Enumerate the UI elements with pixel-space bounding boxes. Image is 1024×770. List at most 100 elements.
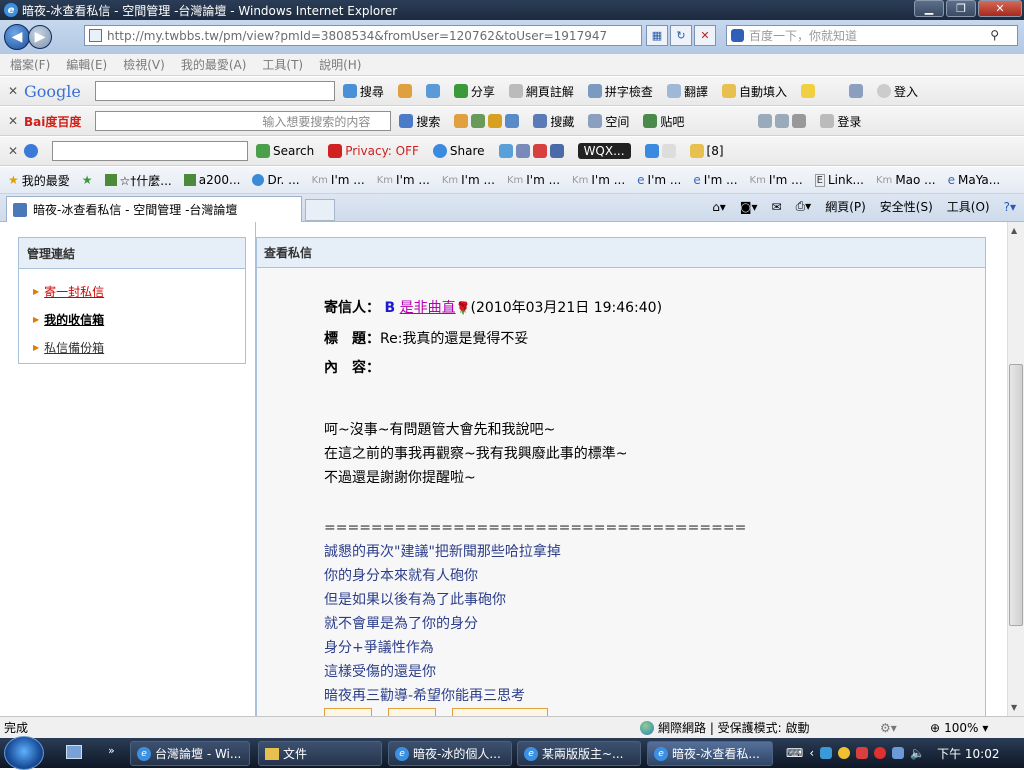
backup-link[interactable]: 私信備份箱 bbox=[44, 339, 104, 356]
tray-app-icon[interactable] bbox=[874, 747, 887, 759]
favorite-link[interactable]: Km Mao ... bbox=[876, 173, 936, 187]
tray-chevron-icon[interactable]: ‹ bbox=[809, 746, 814, 760]
safety-menu[interactable]: 安全性(S) bbox=[880, 198, 933, 215]
keyboard-icon[interactable]: ⌨ bbox=[786, 746, 803, 760]
send-pm-link[interactable]: 寄一封私信 bbox=[44, 283, 104, 300]
inbox-link[interactable]: 我的收信箱 bbox=[44, 311, 104, 328]
favorite-link[interactable]: Km I'm ... bbox=[507, 173, 560, 187]
maximize-button[interactable]: ❐ bbox=[946, 0, 976, 17]
favorite-link[interactable]: ☆†什麼... bbox=[104, 172, 172, 189]
baidu-login-button[interactable]: 登录 bbox=[820, 113, 861, 130]
protected-mode-icon[interactable]: ⚙▾ bbox=[880, 721, 897, 735]
menu-help[interactable]: 說明(H) bbox=[319, 56, 361, 73]
close-toolbar-icon[interactable]: ✕ bbox=[8, 114, 24, 128]
scroll-thumb[interactable] bbox=[1009, 364, 1023, 626]
action-button[interactable] bbox=[452, 708, 548, 716]
favorite-link[interactable]: e MaYa... bbox=[948, 173, 1001, 187]
stop-icon[interactable]: ✕ bbox=[694, 25, 716, 46]
favorite-link[interactable]: e I'm ... bbox=[693, 173, 737, 187]
quicklaunch-chevron-icon[interactable]: » bbox=[108, 744, 115, 757]
favorite-link[interactable]: Km I'm ... bbox=[377, 173, 430, 187]
google-search-input[interactable] bbox=[94, 81, 335, 101]
start-button[interactable] bbox=[4, 736, 44, 770]
clock[interactable]: 下午 10:02 bbox=[937, 745, 999, 762]
vertical-scrollbar[interactable]: ▲ ▼ bbox=[1007, 222, 1024, 716]
show-desktop-icon[interactable] bbox=[66, 745, 82, 759]
favorite-link[interactable]: e I'm ... bbox=[637, 173, 681, 187]
signin-button[interactable]: 登入 bbox=[876, 83, 918, 100]
action-button[interactable] bbox=[324, 708, 372, 716]
privacy-button[interactable]: Privacy: OFF bbox=[328, 144, 419, 158]
mail-icon[interactable]: ✉ bbox=[772, 200, 782, 214]
tieba-button[interactable]: 贴吧 bbox=[643, 113, 684, 130]
action-button[interactable] bbox=[388, 708, 436, 716]
refresh-icon[interactable]: ↻ bbox=[670, 25, 692, 46]
favorite-link[interactable]: Dr. ... bbox=[252, 173, 300, 187]
scroll-up-icon[interactable]: ▲ bbox=[1011, 226, 1017, 235]
tray-app-icon[interactable] bbox=[856, 747, 869, 759]
smiley-icon[interactable] bbox=[838, 747, 851, 759]
google-search-button[interactable]: 搜尋 bbox=[342, 83, 384, 100]
taskbar-button[interactable]: e 某兩版版主~... bbox=[517, 741, 641, 766]
taskbar-button[interactable]: e 暗夜-冰的個人... bbox=[388, 741, 512, 766]
address-bar[interactable]: http://my.twbbs.tw/pm/view?pmId=3808534&… bbox=[84, 25, 642, 46]
menu-edit[interactable]: 編輯(E) bbox=[66, 56, 107, 73]
baidu-search-input[interactable]: 输入想要搜索的内容 bbox=[95, 111, 392, 131]
sender-link[interactable]: 是非曲直 bbox=[400, 300, 456, 316]
shield-button[interactable] bbox=[24, 144, 38, 158]
add-button[interactable] bbox=[425, 84, 440, 98]
settings-button[interactable] bbox=[848, 84, 863, 98]
tools-menu[interactable]: 工具(O) bbox=[947, 198, 990, 215]
menu-tools[interactable]: 工具(T) bbox=[262, 56, 303, 73]
baidu-tools[interactable] bbox=[454, 114, 520, 128]
security-zone[interactable]: 網際網路 | 受保護模式: 啟動 bbox=[640, 719, 810, 736]
spellcheck-button[interactable]: 拼字檢查 bbox=[587, 83, 653, 100]
forward-button[interactable]: ▶ bbox=[28, 25, 52, 49]
search-icon[interactable]: ⚲ bbox=[990, 28, 999, 42]
minimize-button[interactable]: ▁ bbox=[914, 0, 944, 17]
close-button[interactable]: ✕ bbox=[978, 0, 1022, 17]
autofill-button[interactable]: 自動填入 bbox=[721, 83, 787, 100]
weather-button[interactable]: [8] bbox=[689, 144, 724, 158]
help-icon[interactable]: ?▾ bbox=[1004, 200, 1016, 214]
taskbar-button[interactable]: 文件 bbox=[258, 741, 382, 766]
add-favorite-button[interactable]: ★ bbox=[82, 173, 93, 187]
addon-search-button[interactable]: Search bbox=[256, 144, 314, 158]
menu-favorites[interactable]: 我的最愛(A) bbox=[181, 56, 247, 73]
taskbar-button[interactable]: e 台灣論壇 - Wi... bbox=[130, 741, 250, 766]
page-menu[interactable]: 網頁(P) bbox=[825, 198, 866, 215]
menu-view[interactable]: 檢視(V) bbox=[123, 56, 165, 73]
favorite-link[interactable]: Km I'm ... bbox=[442, 173, 495, 187]
scroll-down-icon[interactable]: ▼ bbox=[1011, 703, 1017, 712]
active-tab[interactable]: 暗夜-冰查看私信 - 空間管理 -台灣論壇 bbox=[6, 196, 302, 222]
new-tab-button[interactable] bbox=[305, 199, 335, 221]
menu-file[interactable]: 檔案(F) bbox=[10, 56, 50, 73]
highlight-button[interactable] bbox=[800, 84, 815, 98]
space-button[interactable]: 空间 bbox=[588, 113, 629, 130]
close-toolbar-icon[interactable]: ✕ bbox=[8, 144, 24, 158]
taskbar-button-active[interactable]: e 暗夜-冰查看私... bbox=[647, 741, 773, 766]
favorite-link[interactable]: Km I'm ... bbox=[312, 173, 365, 187]
tray-app-icon[interactable] bbox=[820, 747, 833, 759]
search-input[interactable]: 百度一下，你就知道 ⚲ bbox=[726, 25, 1018, 46]
close-toolbar-icon[interactable]: ✕ bbox=[8, 84, 24, 98]
zoom-control[interactable]: ⊕ 100% ▾ bbox=[930, 721, 988, 735]
favorites-button[interactable]: ★ 我的最愛 bbox=[8, 172, 70, 189]
radio-player[interactable]: WQX... bbox=[577, 143, 631, 159]
print-icon[interactable]: ⎙▾ bbox=[796, 199, 812, 214]
volume-icon[interactable]: 🔈 bbox=[910, 746, 925, 760]
home-icon[interactable]: ⌂▾ bbox=[712, 200, 726, 214]
addon-search-input[interactable] bbox=[52, 141, 248, 161]
baidu-search-button[interactable]: 搜索 bbox=[399, 113, 440, 130]
favorite-link[interactable]: Km I'm ... bbox=[572, 173, 625, 187]
favorite-link[interactable]: Km I'm ... bbox=[750, 173, 803, 187]
bookmark-button[interactable] bbox=[397, 84, 412, 98]
collect-button[interactable]: 搜藏 bbox=[533, 113, 574, 130]
chat-buttons[interactable] bbox=[644, 144, 676, 158]
notes-button[interactable]: 網頁註解 bbox=[508, 83, 574, 100]
share-button[interactable]: 分享 bbox=[453, 83, 495, 100]
network-icon[interactable] bbox=[892, 747, 905, 759]
feeds-icon[interactable]: ◙▾ bbox=[740, 200, 758, 214]
media-buttons[interactable] bbox=[498, 144, 564, 158]
favorite-link[interactable]: E Link... bbox=[814, 173, 864, 187]
